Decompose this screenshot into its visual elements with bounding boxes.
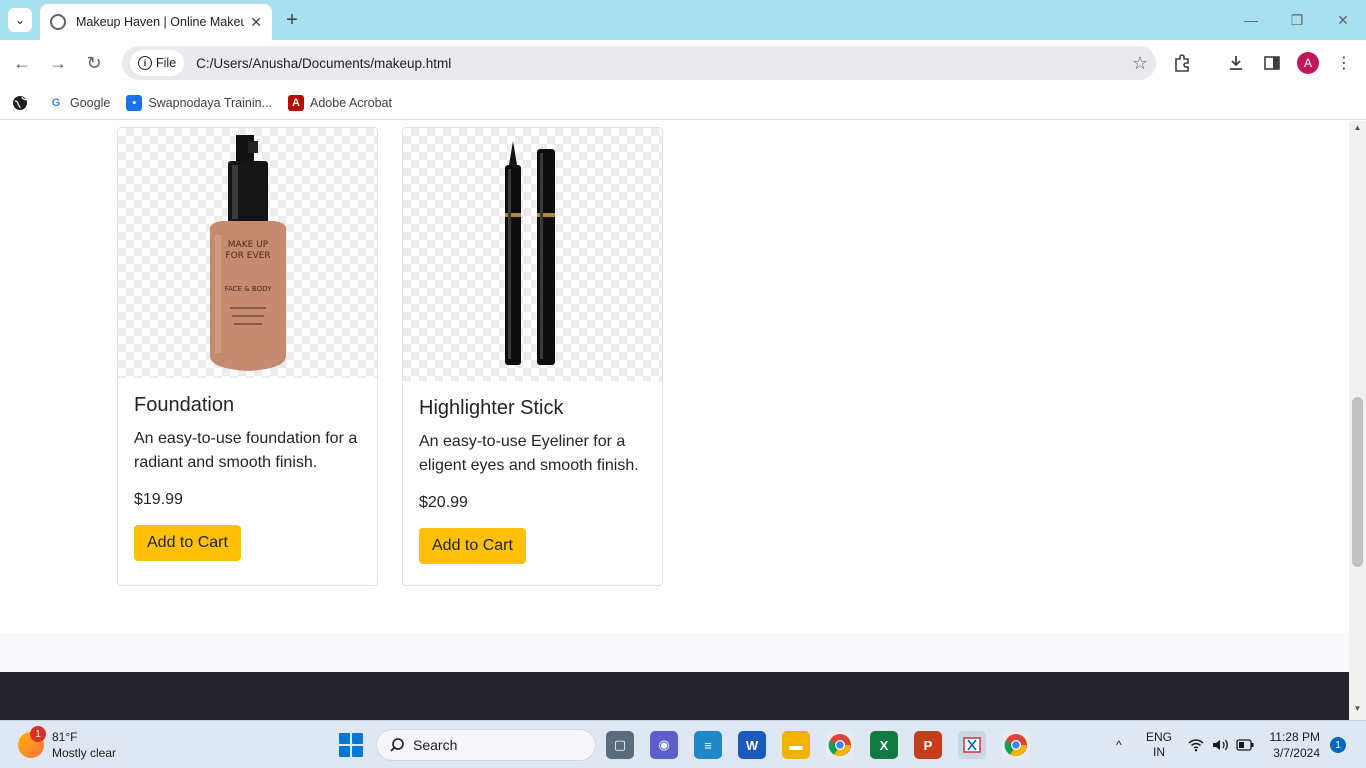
site-info-chip[interactable]: i File (130, 50, 185, 76)
extensions-puzzle-icon[interactable] (1170, 51, 1194, 75)
page-scrollbar[interactable]: ▲ ▼ (1349, 121, 1366, 720)
scroll-down-arrow-icon[interactable]: ▼ (1349, 704, 1366, 718)
teams-chat-icon[interactable]: ◉ (650, 731, 678, 759)
product-price: $19.99 (134, 491, 183, 508)
scroll-up-arrow-icon[interactable]: ▲ (1349, 123, 1366, 137)
clock-time: 11:28 PM (1269, 730, 1320, 744)
page-content: MAKE UP FOR EVER FACE & BODY Foundation … (0, 121, 1349, 720)
google-icon: G (51, 96, 61, 109)
new-tab-button[interactable]: + (282, 8, 302, 32)
chrome-icon[interactable] (1002, 731, 1030, 759)
language-code: ENG (1146, 730, 1173, 744)
minimize-icon[interactable]: — (1236, 8, 1266, 32)
product-card-highlighter: Highlighter Stick An easy-to-use Eyeline… (402, 127, 663, 586)
weather-temperature: 81°F (52, 730, 78, 744)
weather-badge: 1 (30, 726, 46, 742)
card-body: Foundation An easy-to-use foundation for… (118, 378, 377, 577)
forward-arrow-icon[interactable]: → (46, 51, 70, 75)
region-code: IN (1153, 745, 1165, 759)
browser-toolbar: ← → ↻ i File C:/Users/Anusha/Documents/m… (0, 40, 1366, 86)
more-menu-icon[interactable]: ⋮ (1332, 51, 1356, 75)
weather-widget[interactable]: 1 81°F Mostly clear (18, 726, 117, 761)
address-bar[interactable]: i File C:/Users/Anusha/Documents/makeup.… (122, 46, 1156, 80)
window-close-icon[interactable]: ✕ (1328, 8, 1358, 32)
scrollbar-thumb[interactable] (1352, 397, 1363, 567)
add-to-cart-button[interactable]: Add to Cart (419, 528, 526, 564)
bookmark-adobe-acrobat[interactable]: A Adobe Acrobat (288, 94, 393, 111)
browser-tab-strip: ⌄ Makeup Haven | Online Makeup ✕ + — ❐ ✕ (0, 0, 1366, 40)
file-explorer-icon[interactable]: ▬ (782, 731, 810, 759)
tab-title: Makeup Haven | Online Makeup (76, 15, 245, 29)
site-info-label: File (156, 56, 177, 70)
globe-icon (50, 14, 66, 30)
section-divider (0, 633, 1349, 672)
reload-icon[interactable]: ↻ (82, 51, 106, 75)
wifi-icon[interactable] (1188, 721, 1204, 768)
taskbar-search[interactable]: Search (376, 729, 596, 761)
adobe-acrobat-icon: A (288, 94, 305, 111)
notification-count-badge[interactable]: 1 (1330, 737, 1346, 753)
bookmarks-bar: G Google ▪ Swapnodaya Trainin... A Adobe… (0, 86, 1366, 120)
system-clock[interactable]: 11:28 PM 3/7/2024 (1266, 729, 1320, 761)
product-title: Highlighter Stick (419, 397, 564, 419)
card-body: Highlighter Stick An easy-to-use Eyeline… (403, 381, 662, 580)
search-icon (390, 738, 404, 752)
download-icon[interactable] (1224, 51, 1248, 75)
chrome-icon[interactable] (826, 731, 854, 759)
foundation-product-image: MAKE UP FOR EVER FACE & BODY (118, 128, 377, 378)
volume-icon[interactable] (1212, 721, 1230, 768)
product-card-foundation: MAKE UP FOR EVER FACE & BODY Foundation … (117, 127, 378, 586)
windows-taskbar: 1 81°F Mostly clear Search ▢ ◉ ≡ W ▬ X P… (0, 720, 1366, 768)
language-indicator[interactable]: ENG IN (1146, 721, 1172, 768)
product-description: An easy-to-use Eyeliner for a eligent ey… (419, 433, 639, 474)
bookmark-swapnodaya[interactable]: ▪ Swapnodaya Trainin... (126, 94, 273, 111)
weather-description: Mostly clear (52, 746, 117, 760)
browser-tab[interactable]: Makeup Haven | Online Makeup ✕ (40, 4, 272, 40)
bookmark-star-icon[interactable]: ☆ (1132, 53, 1148, 74)
start-windows-icon[interactable] (339, 733, 363, 757)
svg-text:FOR EVER: FOR EVER (225, 251, 270, 261)
notepad-icon[interactable]: ≡ (694, 731, 722, 759)
snipping-tool-icon[interactable] (958, 731, 986, 759)
eyeliner-product-image (403, 128, 662, 381)
page-footer (0, 672, 1349, 720)
profile-avatar[interactable]: A (1297, 52, 1319, 74)
side-panel-icon[interactable] (1260, 51, 1284, 75)
task-view-icon[interactable]: ▢ (606, 731, 634, 759)
bookmark-label: Swapnodaya Trainin... (148, 95, 273, 110)
bookmark-google[interactable]: G Google (48, 95, 111, 111)
tab-search-chevron-down-icon[interactable]: ⌄ (8, 8, 32, 32)
battery-icon[interactable] (1236, 721, 1254, 768)
svg-text:MAKE UP: MAKE UP (227, 240, 268, 250)
show-hidden-icons-chevron-up-icon[interactable]: ^ (1116, 721, 1122, 768)
excel-icon[interactable]: X (870, 731, 898, 759)
svg-text:FACE & BODY: FACE & BODY (224, 285, 271, 293)
back-arrow-icon[interactable]: ← (10, 51, 34, 75)
clock-date: 3/7/2024 (1273, 746, 1320, 760)
product-description: An easy-to-use foundation for a radiant … (134, 430, 358, 471)
search-label: Search (413, 737, 458, 753)
add-to-cart-button[interactable]: Add to Cart (134, 525, 241, 561)
info-icon: i (138, 56, 152, 70)
word-icon[interactable]: W (738, 731, 766, 759)
apps-globe-icon[interactable] (12, 95, 28, 111)
product-title: Foundation (134, 394, 235, 416)
url-text[interactable]: C:/Users/Anusha/Documents/makeup.html (196, 56, 1132, 71)
product-price: $20.99 (419, 494, 468, 511)
tab-close-icon[interactable]: ✕ (250, 14, 262, 31)
bookmark-label: Google (70, 95, 111, 110)
weather-moon-icon: 1 (18, 726, 46, 758)
powerpoint-icon[interactable]: P (914, 731, 942, 759)
bookmark-label: Adobe Acrobat (310, 95, 393, 110)
contact-card-icon: ▪ (126, 94, 143, 111)
restore-icon[interactable]: ❐ (1282, 8, 1312, 32)
